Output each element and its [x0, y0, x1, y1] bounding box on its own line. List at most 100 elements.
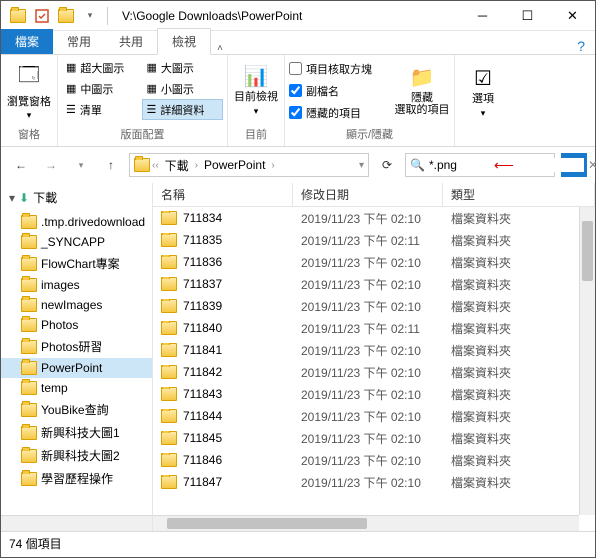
tab-file[interactable]: 檔案: [1, 29, 53, 54]
file-row[interactable]: 7118342019/11/23 下午 02:10檔案資料夾: [153, 207, 595, 229]
chevron-icon[interactable]: ›: [195, 160, 198, 171]
nav-item[interactable]: 新興科技大圖2: [1, 444, 152, 467]
check-item-boxes[interactable]: 項目核取方塊: [289, 58, 392, 79]
tab-home[interactable]: 常用: [53, 29, 105, 54]
file-row[interactable]: 7118392019/11/23 下午 02:10檔案資料夾: [153, 295, 595, 317]
new-folder-icon[interactable]: [55, 5, 77, 27]
file-row[interactable]: 7118422019/11/23 下午 02:10檔案資料夾: [153, 361, 595, 383]
file-row[interactable]: 7118402019/11/23 下午 02:11檔案資料夾: [153, 317, 595, 339]
breadcrumb-item[interactable]: 下載: [161, 157, 193, 174]
file-row[interactable]: 7118472019/11/23 下午 02:10檔案資料夾: [153, 471, 595, 493]
minimize-button[interactable]: ─: [460, 1, 505, 31]
hide-selected-button[interactable]: 📁 隱藏選取的項目: [394, 58, 450, 124]
column-name[interactable]: 名稱: [153, 183, 293, 206]
breadcrumb[interactable]: ‹‹ 下載 › PowerPoint › ▾: [129, 153, 369, 177]
file-name-cell: 711835: [153, 233, 293, 247]
properties-icon[interactable]: [31, 5, 53, 27]
sort-icon: 📊: [244, 64, 269, 89]
check-extensions[interactable]: 副檔名: [289, 80, 392, 101]
current-view-button[interactable]: 📊 目前檢視 ▾: [232, 58, 280, 124]
back-button[interactable]: ←: [9, 153, 33, 177]
dropdown-icon: ▾: [481, 108, 486, 119]
file-row[interactable]: 7118462019/11/23 下午 02:10檔案資料夾: [153, 449, 595, 471]
tab-view[interactable]: 檢視: [157, 28, 211, 55]
file-row[interactable]: 7118432019/11/23 下午 02:10檔案資料夾: [153, 383, 595, 405]
file-date-cell: 2019/11/23 下午 02:10: [293, 474, 443, 491]
column-type[interactable]: 類型: [443, 183, 595, 206]
forward-button[interactable]: →: [39, 153, 63, 177]
chevron-icon[interactable]: ‹‹: [152, 160, 159, 171]
file-name-cell: 711839: [153, 299, 293, 313]
file-type-cell: 檔案資料夾: [443, 232, 595, 249]
file-date-cell: 2019/11/23 下午 02:10: [293, 342, 443, 359]
nav-item[interactable]: _SYNCAPP: [1, 232, 152, 252]
vertical-scrollbar[interactable]: [579, 207, 595, 515]
folder-icon: [161, 431, 177, 445]
scrollbar-thumb[interactable]: [582, 221, 593, 281]
nav-item[interactable]: Photos: [1, 315, 152, 335]
options-button[interactable]: ☑ 選項 ▾: [459, 60, 507, 126]
search-icon: 🔍: [410, 158, 425, 172]
file-row[interactable]: 7118412019/11/23 下午 02:10檔案資料夾: [153, 339, 595, 361]
nav-item-label: Photos研習: [41, 338, 102, 355]
layout-small[interactable]: ▦小圖示: [143, 78, 224, 99]
qat-dropdown-icon[interactable]: ▾: [79, 5, 101, 27]
folder-icon: [161, 409, 177, 423]
breadcrumb-item[interactable]: PowerPoint: [200, 158, 269, 172]
nav-item[interactable]: YouBike查詢: [1, 398, 152, 421]
horizontal-scrollbar[interactable]: [153, 515, 579, 531]
recent-dropdown[interactable]: ▾: [69, 153, 93, 177]
nav-item-label: Photos: [41, 318, 78, 332]
ribbon-collapse-icon[interactable]: ˄: [211, 43, 229, 54]
file-name-cell: 711846: [153, 453, 293, 467]
file-row[interactable]: 7118362019/11/23 下午 02:10檔案資料夾: [153, 251, 595, 273]
breadcrumb-dropdown-icon[interactable]: ▾: [359, 160, 364, 171]
column-date[interactable]: 修改日期: [293, 183, 443, 206]
layout-extra-large[interactable]: ▦超大圖示: [62, 57, 143, 78]
layout-details[interactable]: ☰詳細資料: [142, 99, 224, 120]
tab-share[interactable]: 共用: [105, 29, 157, 54]
scrollbar-thumb[interactable]: [167, 518, 367, 529]
window-title: V:\Google Downloads\PowerPoint: [118, 9, 460, 23]
check-hidden[interactable]: 隱藏的項目: [289, 102, 392, 123]
nav-item[interactable]: FlowChart專案: [1, 252, 152, 275]
file-date-cell: 2019/11/23 下午 02:11: [293, 232, 443, 249]
file-row[interactable]: 7118352019/11/23 下午 02:11檔案資料夾: [153, 229, 595, 251]
clear-search-icon[interactable]: ✕: [588, 158, 596, 172]
nav-horizontal-scrollbar[interactable]: [1, 515, 152, 531]
layout-medium[interactable]: ▦中圖示: [62, 78, 143, 99]
explorer-icon[interactable]: [7, 5, 29, 27]
nav-item[interactable]: Photos研習: [1, 335, 152, 358]
nav-item[interactable]: 學習歷程操作: [1, 467, 152, 490]
nav-item-label: FlowChart專案: [41, 255, 120, 272]
refresh-button[interactable]: ⟳: [375, 153, 399, 177]
file-type-cell: 檔案資料夾: [443, 210, 595, 227]
close-button[interactable]: ✕: [550, 1, 595, 31]
nav-item-label: 新興科技大圖2: [41, 447, 120, 464]
nav-item-label: 新興科技大圖1: [41, 424, 120, 441]
nav-item[interactable]: PowerPoint: [1, 358, 152, 378]
folder-icon: [21, 257, 37, 271]
nav-section-header[interactable]: ▾ ⬇ 下載: [1, 183, 152, 212]
file-row[interactable]: 7118372019/11/23 下午 02:10檔案資料夾: [153, 273, 595, 295]
search-box[interactable]: 🔍 ⟵ ✕: [405, 153, 555, 177]
chevron-icon[interactable]: ›: [271, 160, 274, 171]
maximize-button[interactable]: ☐: [505, 1, 550, 31]
nav-item[interactable]: 新興科技大圖1: [1, 421, 152, 444]
file-date-cell: 2019/11/23 下午 02:10: [293, 386, 443, 403]
nav-pane-icon: 🗔: [18, 60, 40, 94]
nav-pane-button[interactable]: 🗔 瀏覽窗格 ▾: [5, 58, 53, 124]
nav-item[interactable]: images: [1, 275, 152, 295]
file-row[interactable]: 7118442019/11/23 下午 02:10檔案資料夾: [153, 405, 595, 427]
nav-item[interactable]: .tmp.drivedownload: [1, 212, 152, 232]
nav-item[interactable]: newImages: [1, 295, 152, 315]
folder-icon: [21, 318, 37, 332]
nav-item-label: .tmp.drivedownload: [41, 215, 145, 229]
layout-large[interactable]: ▦大圖示: [143, 57, 224, 78]
up-button[interactable]: ↑: [99, 153, 123, 177]
file-row[interactable]: 7118452019/11/23 下午 02:10檔案資料夾: [153, 427, 595, 449]
folder-icon: [161, 321, 177, 335]
nav-item[interactable]: temp: [1, 378, 152, 398]
layout-list[interactable]: ☰清單: [62, 99, 142, 120]
help-icon[interactable]: ?: [567, 38, 595, 54]
